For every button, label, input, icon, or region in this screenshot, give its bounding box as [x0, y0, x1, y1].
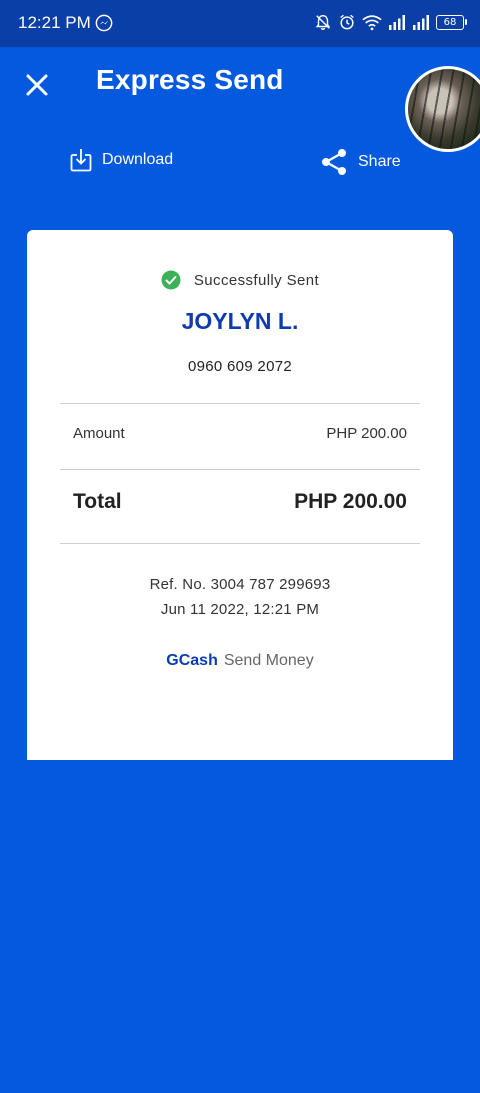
success-status: Successfully Sent	[27, 270, 453, 290]
recipient-name: JOYLYN L.	[181, 308, 299, 334]
download-icon	[70, 149, 92, 172]
bell-off-icon	[315, 14, 331, 30]
brand-footer: GCash Send Money	[27, 652, 453, 670]
share-icon	[322, 149, 346, 175]
total-label: Total	[73, 490, 122, 513]
status-bar: 12:21 PM 68	[0, 0, 480, 47]
alarm-icon	[340, 14, 354, 30]
check-circle-icon	[161, 270, 181, 290]
signal-icon	[389, 15, 405, 30]
amount-row: Amount PHP 200.00	[73, 425, 407, 442]
divider	[60, 469, 420, 470]
wifi-icon	[362, 14, 382, 30]
transaction-datetime: Jun 11 2022, 12:21 PM	[160, 601, 320, 618]
messenger-icon	[95, 14, 113, 32]
receipt-torn-edge	[27, 748, 453, 756]
close-button[interactable]	[22, 70, 52, 100]
status-icons: 68	[314, 13, 467, 31]
gcash-logo: GCash	[166, 652, 218, 669]
total-row: Total PHP 200.00	[73, 490, 407, 514]
reference-number: Ref. No. 3004 787 299693	[149, 576, 331, 593]
brand-subtitle: Send Money	[223, 652, 314, 669]
page-title: Express Send	[96, 64, 284, 95]
download-button[interactable]: Download	[70, 148, 173, 172]
divider	[60, 543, 420, 544]
status-text: Successfully Sent	[193, 271, 320, 289]
share-button[interactable]: Share	[320, 148, 401, 176]
amount-label: Amount	[73, 425, 125, 442]
share-label: Share	[358, 153, 401, 170]
reference-block: Ref. No. 3004 787 299693 Jun 11 2022, 12…	[27, 572, 453, 622]
avatar[interactable]	[405, 66, 480, 152]
status-time: 12:21 PM	[18, 13, 91, 32]
amount-value: PHP 200.00	[326, 425, 407, 442]
signal-icon	[413, 15, 429, 30]
divider	[60, 403, 420, 404]
receipt-card: Successfully Sent JOYLYN L. 0960 609 207…	[27, 230, 453, 760]
download-label: Download	[102, 151, 174, 168]
total-value: PHP 200.00	[294, 490, 407, 513]
recipient-number: 0960 609 2072	[188, 358, 292, 375]
battery-icon: 68	[436, 14, 467, 30]
